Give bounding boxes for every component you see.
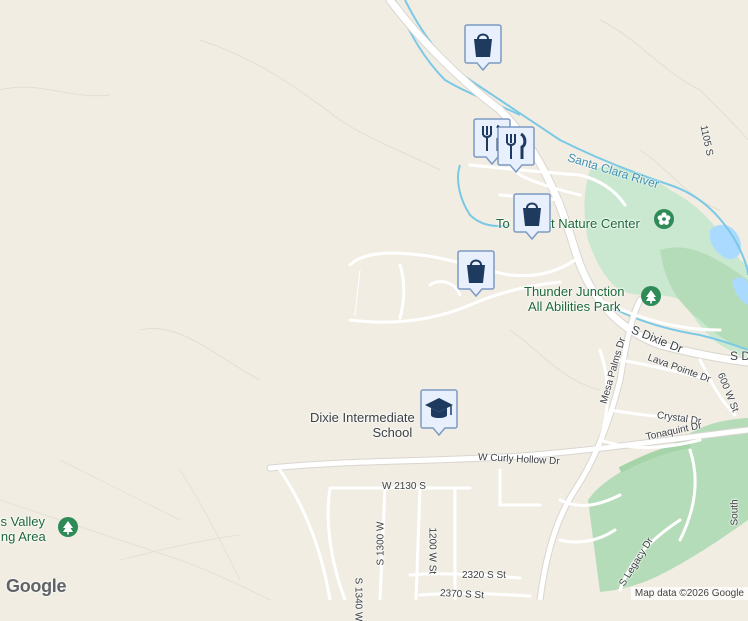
shopping-bag-icon: [456, 249, 496, 297]
area-label-line1: 's Valley: [0, 514, 46, 529]
park-label-line2: All Abilities Park: [524, 299, 624, 314]
area-label-line2: ing Area: [0, 529, 46, 544]
google-logo[interactable]: Google: [6, 576, 66, 597]
school-label-line2: School: [310, 425, 415, 440]
shopping-bag-icon: [512, 192, 552, 240]
street-1200w: 1200 W St: [427, 528, 438, 575]
school-marker[interactable]: [419, 388, 459, 436]
map-attribution[interactable]: Map data ©2026 Google: [631, 587, 748, 600]
nature-center-label-part1: To: [496, 216, 510, 231]
park-tree-icon[interactable]: [641, 286, 661, 306]
nature-center-label-part2: at Nature Center: [544, 216, 640, 231]
park-label[interactable]: Thunder Junction All Abilities Park: [524, 284, 624, 314]
map-canvas[interactable]: [0, 0, 748, 600]
shopping-marker-1[interactable]: [463, 23, 503, 71]
street-w2130: W 2130 S: [382, 481, 426, 492]
area-label[interactable]: 's Valley ing Area: [0, 514, 46, 544]
nature-center-icon[interactable]: [654, 209, 674, 229]
school-label[interactable]: Dixie Intermediate School: [310, 410, 415, 440]
school-label-line1: Dixie Intermediate: [310, 410, 415, 425]
shopping-bag-icon: [463, 23, 503, 71]
street-south: South: [730, 499, 741, 525]
street-dixie-dr-cut: S D: [730, 349, 748, 363]
fork-knife-icon: [496, 125, 536, 173]
shopping-marker-3[interactable]: [456, 249, 496, 297]
restaurant-marker-2[interactable]: [496, 125, 536, 173]
street-2320s: 2320 S St: [462, 570, 506, 581]
shopping-marker-2[interactable]: [512, 192, 552, 240]
street-s1340: S 1340 W: [353, 578, 364, 621]
park-label-line1: Thunder Junction: [524, 284, 624, 299]
area-tree-icon[interactable]: [58, 517, 78, 537]
graduation-cap-icon: [419, 388, 459, 436]
street-s1300: S 1300 W: [376, 522, 387, 566]
street-2370s: 2370 S St: [440, 588, 484, 601]
